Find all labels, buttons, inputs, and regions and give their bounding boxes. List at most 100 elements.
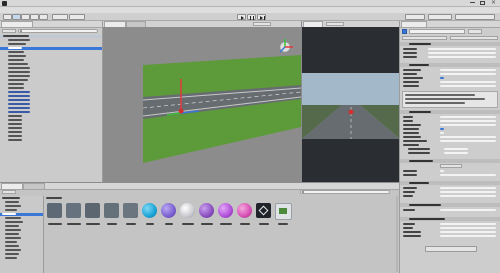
hierarchy-item[interactable] xyxy=(0,43,102,46)
edit-collider-button[interactable] xyxy=(440,164,462,168)
hierarchy-item[interactable] xyxy=(0,51,102,54)
tree-item[interactable] xyxy=(0,241,43,244)
tab-project[interactable] xyxy=(1,183,23,189)
display-dropdown[interactable] xyxy=(326,22,344,26)
hierarchy-item[interactable] xyxy=(0,95,102,98)
hierarchy-search-input[interactable] xyxy=(18,29,98,33)
tab-hierarchy[interactable] xyxy=(1,21,33,27)
tab-inspector[interactable] xyxy=(401,21,427,27)
hierarchy-item[interactable] xyxy=(0,115,102,118)
tab-console[interactable] xyxy=(23,183,45,189)
scale-tool-icon[interactable] xyxy=(30,14,39,20)
layout-dropdown[interactable] xyxy=(455,14,495,20)
move-tool-icon[interactable] xyxy=(12,14,21,20)
asset-item[interactable] xyxy=(141,203,159,231)
project-breadcrumb[interactable] xyxy=(46,196,196,200)
tree-item[interactable] xyxy=(0,221,43,224)
tree-item[interactable] xyxy=(0,257,43,260)
scene-viewport[interactable] xyxy=(103,27,301,182)
asset-item[interactable] xyxy=(274,203,292,231)
layers-dropdown[interactable] xyxy=(428,14,452,20)
static-toggle[interactable] xyxy=(468,29,482,34)
tree-item[interactable] xyxy=(0,245,43,248)
gameobject-active-checkbox[interactable] xyxy=(402,29,407,34)
asset-item[interactable] xyxy=(198,203,216,231)
hierarchy-item[interactable] xyxy=(0,71,102,74)
hierarchy-item[interactable] xyxy=(0,63,102,66)
asset-item[interactable] xyxy=(84,203,102,231)
asset-item[interactable] xyxy=(122,203,140,231)
minimize-icon[interactable] xyxy=(470,2,475,3)
tag-dropdown[interactable] xyxy=(402,36,447,40)
component-header[interactable] xyxy=(400,217,500,221)
hierarchy-item[interactable] xyxy=(0,91,102,94)
hierarchy-item[interactable] xyxy=(0,119,102,122)
asset-item[interactable] xyxy=(217,203,235,231)
layer-dropdown[interactable] xyxy=(450,36,498,40)
hierarchy-item[interactable] xyxy=(0,123,102,126)
hand-tool-icon[interactable] xyxy=(3,14,12,20)
add-component-button[interactable] xyxy=(425,246,477,252)
close-icon[interactable]: × xyxy=(491,0,497,6)
component-header[interactable] xyxy=(400,63,500,67)
maximize-icon[interactable] xyxy=(480,1,485,5)
hierarchy-item[interactable] xyxy=(0,131,102,134)
hierarchy-item[interactable] xyxy=(0,135,102,138)
component-header[interactable] xyxy=(400,159,500,163)
component-header[interactable] xyxy=(400,42,500,46)
rotate-tool-icon[interactable] xyxy=(21,14,30,20)
play-button[interactable] xyxy=(237,14,246,20)
hierarchy-item[interactable] xyxy=(0,75,102,78)
asset-item[interactable] xyxy=(103,203,121,231)
pivot-toggle[interactable] xyxy=(52,14,68,20)
tree-item[interactable] xyxy=(0,229,43,232)
asset-item[interactable] xyxy=(179,203,197,231)
tree-item[interactable] xyxy=(0,237,43,240)
component-header[interactable] xyxy=(400,110,500,114)
project-search-input[interactable] xyxy=(300,190,390,194)
hierarchy-item[interactable] xyxy=(0,111,102,114)
space-toggle[interactable] xyxy=(69,14,85,20)
asset-item[interactable] xyxy=(236,203,254,231)
hierarchy-item[interactable] xyxy=(0,107,102,110)
asset-item[interactable] xyxy=(160,203,178,231)
hierarchy-create-button[interactable] xyxy=(2,29,16,33)
hierarchy-item[interactable] xyxy=(0,87,102,90)
tree-item[interactable] xyxy=(0,201,43,204)
tree-item-selected[interactable] xyxy=(0,213,43,216)
component-header[interactable] xyxy=(400,181,500,185)
account-dropdown[interactable] xyxy=(405,14,425,20)
hierarchy-item[interactable] xyxy=(0,55,102,58)
asset-grid xyxy=(46,203,396,233)
hierarchy-item[interactable] xyxy=(0,139,102,142)
tree-item[interactable] xyxy=(0,217,43,220)
step-button[interactable] xyxy=(257,14,266,20)
asset-item[interactable] xyxy=(255,203,273,231)
hierarchy-item[interactable] xyxy=(0,127,102,130)
tree-item[interactable] xyxy=(0,205,43,208)
hierarchy-item[interactable] xyxy=(0,83,102,86)
hierarchy-item[interactable] xyxy=(0,39,102,42)
tree-item[interactable] xyxy=(0,249,43,252)
hierarchy-item-selected[interactable] xyxy=(0,47,102,50)
asset-item[interactable] xyxy=(46,203,64,231)
tree-item[interactable] xyxy=(0,225,43,228)
asset-item[interactable] xyxy=(65,203,83,231)
rect-tool-icon[interactable] xyxy=(39,14,48,20)
hierarchy-item[interactable] xyxy=(0,99,102,102)
hierarchy-item[interactable] xyxy=(0,59,102,62)
hierarchy-item[interactable] xyxy=(0,67,102,70)
project-scrollbar[interactable] xyxy=(396,196,398,272)
hierarchy-scene-row[interactable] xyxy=(0,35,102,38)
project-create-button[interactable] xyxy=(2,190,16,194)
hierarchy-item[interactable] xyxy=(0,79,102,82)
hierarchy-item[interactable] xyxy=(0,103,102,106)
gizmos-dropdown[interactable] xyxy=(253,22,271,26)
tree-item[interactable] xyxy=(0,197,43,200)
pause-button[interactable] xyxy=(247,14,256,20)
component-header[interactable] xyxy=(400,203,500,207)
object-name-field[interactable] xyxy=(409,29,465,34)
tree-item[interactable] xyxy=(0,233,43,236)
tree-item[interactable] xyxy=(0,253,43,256)
tree-item[interactable] xyxy=(0,209,43,212)
